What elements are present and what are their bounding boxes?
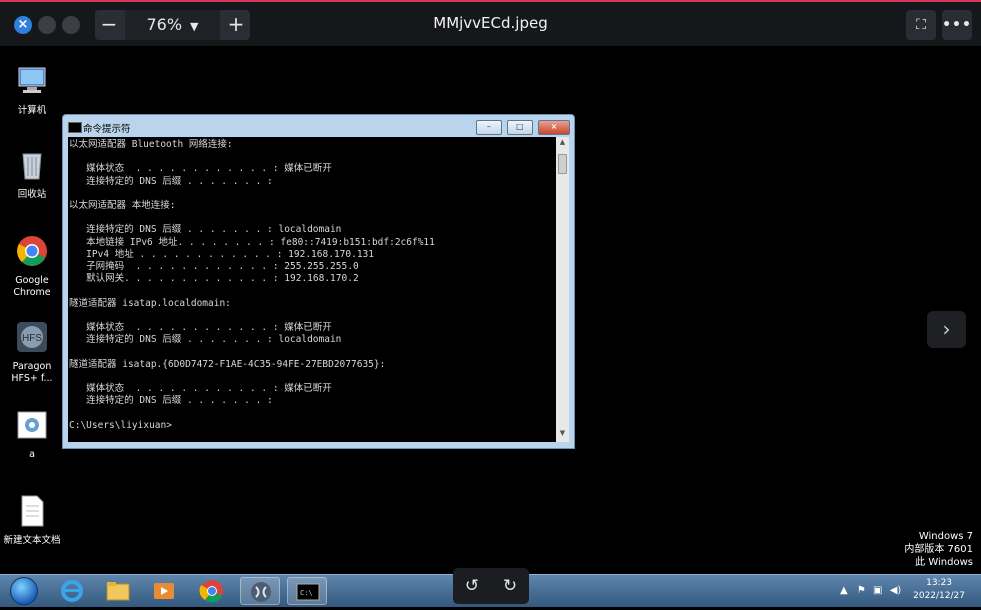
console-line: 子网掩码 . . . . . . . . . . . . : 255.255.2… (69, 261, 359, 273)
clock-time: 13:23 (926, 578, 953, 588)
system-tray: ▲ ⚑ ▣ ◀) (840, 585, 901, 596)
fullscreen-icon: ⛶ (916, 17, 926, 33)
console-line: 媒体状态 . . . . . . . . . . . . : 媒体已断开 (69, 163, 332, 175)
desktop-icon-label: a (29, 449, 35, 460)
rotate-left-icon: ↺ (464, 576, 480, 596)
svg-text:HFS: HFS (22, 333, 42, 344)
console-line: 以太网适配器 本地连接: (69, 200, 176, 212)
window-controls: – □ × (475, 120, 570, 135)
console-line: 隧道适配器 isatap.localdomain: (69, 297, 231, 309)
desktop-icon-label: Paragon HFS+ f... (11, 361, 53, 384)
tray-flag-icon[interactable]: ⚑ (857, 585, 866, 596)
more-icon: ••• (942, 17, 972, 33)
rotate-right-icon: ↻ (502, 576, 518, 596)
desktop-icon-paragon[interactable]: HFS Paragon HFS+ f... (2, 320, 62, 385)
console-line: 媒体状态 . . . . . . . . . . . . : 媒体已断开 (69, 322, 332, 334)
taskbar-chrome[interactable] (192, 577, 232, 605)
console-line: IPv4 地址 . . . . . . . . . . . . : 192.16… (69, 248, 374, 260)
rotate-controls: ↺ ↻ (453, 568, 529, 604)
tray-arrow-icon[interactable]: ▲ (840, 585, 848, 596)
folder-icon (106, 582, 130, 601)
paragon-icon (251, 582, 271, 602)
viewer-toolbar: × − 76% ▼ + MMjvvECd.jpeg ⛶ ••• (0, 0, 981, 46)
desktop-icon-label: 计算机 (17, 105, 47, 116)
clock-date: 2022/12/27 (913, 591, 965, 601)
desktop-icon-chrome[interactable]: Google Chrome (2, 234, 62, 299)
desktop-icon-text-document[interactable]: 新建文本文档 (2, 494, 62, 547)
svg-text:C:\: C:\ (300, 589, 313, 597)
minimize-button[interactable]: – (475, 120, 502, 135)
cmd-icon (68, 122, 82, 133)
desktop-icon-a[interactable]: a (2, 408, 62, 461)
fullscreen-button[interactable]: ⛶ (906, 10, 936, 40)
desktop-icon-label: 回收站 (17, 189, 47, 200)
desktop-icon-label: 新建文本文档 (3, 535, 61, 546)
recycle-bin-icon (22, 153, 42, 180)
windows-watermark: Windows 7 内部版本 7601 此 Windows (904, 530, 973, 569)
console-line: 媒体状态 . . . . . . . . . . . . : 媒体已断开 (69, 383, 332, 395)
console-line: 本地链接 IPv6 地址. . . . . . . . : fe80::7419… (69, 236, 435, 248)
window-title: 命令提示符 (83, 124, 131, 135)
rotate-left-button[interactable]: ↺ (453, 568, 491, 604)
windows-build: 内部版本 7601 (904, 544, 973, 555)
taskbar-media-player[interactable] (144, 577, 184, 605)
windows-version: Windows 7 (918, 531, 973, 542)
maximize-button[interactable]: □ (506, 120, 533, 135)
console-output[interactable]: 以太网适配器 Bluetooth 网络连接: 媒体状态 . . . . . . … (68, 137, 556, 442)
media-player-icon (154, 583, 174, 599)
desktop-icon-label: Google Chrome (13, 275, 51, 298)
taskbar-explorer[interactable] (98, 577, 138, 605)
taskbar-ie[interactable] (52, 577, 92, 605)
command-prompt-window: 命令提示符 – □ × 以太网适配器 Bluetooth 网络连接: 媒体状态 … (62, 114, 575, 449)
internet-explorer-icon (61, 580, 83, 602)
chrome-icon (199, 580, 223, 603)
taskbar-cmd[interactable]: C:\ (287, 577, 327, 605)
chrome-icon (17, 236, 47, 266)
taskbar-paragon[interactable] (240, 577, 280, 605)
tray-volume-icon[interactable]: ◀) (890, 585, 902, 596)
terminal-icon: C:\ (296, 583, 320, 601)
desktop-icon-recycle-bin[interactable]: 回收站 (2, 148, 62, 201)
scroll-up-icon[interactable]: ▲ (556, 138, 569, 150)
scroll-down-icon[interactable]: ▼ (556, 429, 569, 441)
console-line: 连接特定的 DNS 后缀 . . . . . . . : (69, 395, 273, 407)
console-line: C:\Users\liyixuan> (69, 419, 172, 431)
console-line: 以太网适配器 Bluetooth 网络连接: (69, 139, 233, 150)
console-line: 连接特定的 DNS 后缀 . . . . . . . : localdomain (69, 224, 342, 236)
windows-activation-note: 此 Windows (915, 557, 973, 568)
rotate-right-button[interactable]: ↻ (491, 568, 529, 604)
taskbar-clock[interactable]: 13:23 2022/12/27 (913, 577, 965, 603)
settings-file-icon (17, 411, 47, 439)
file-title: MMjvvECd.jpeg (433, 14, 548, 32)
tray-network-icon[interactable]: ▣ (873, 585, 882, 596)
start-button[interactable] (10, 577, 38, 605)
console-line: 默认网关. . . . . . . . . . . . . : 192.168.… (69, 273, 359, 285)
console-line: 隧道适配器 isatap.{6D0D7472-F1AE-4C35-94FE-27… (69, 358, 386, 370)
chevron-right-icon: › (942, 317, 951, 341)
console-line: 连接特定的 DNS 后缀 . . . . . . . : localdomain (69, 334, 342, 346)
next-image-button[interactable]: › (927, 311, 966, 348)
desktop-icon-computer[interactable]: 计算机 (2, 64, 62, 117)
console-line: 连接特定的 DNS 后缀 . . . . . . . : (69, 175, 273, 187)
computer-icon (18, 67, 46, 93)
more-options-button[interactable]: ••• (942, 10, 972, 40)
scroll-thumb[interactable] (558, 154, 567, 174)
paragon-icon: HFS (17, 322, 47, 352)
text-document-icon (21, 495, 44, 527)
close-button[interactable]: × (538, 120, 570, 135)
console-scrollbar[interactable]: ▲ ▼ (556, 137, 569, 442)
